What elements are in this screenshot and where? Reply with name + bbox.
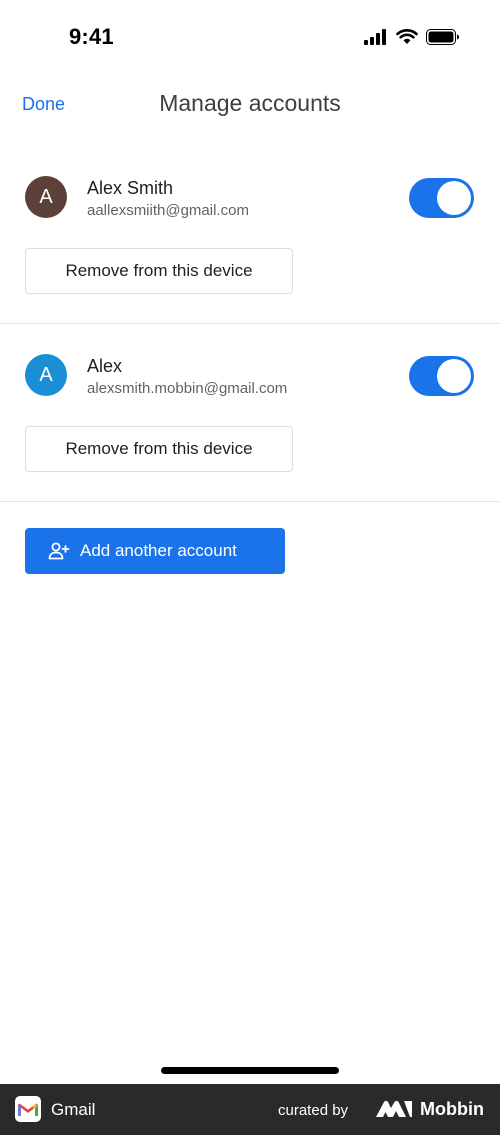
status-time: 9:41 [69, 24, 114, 49]
header: Done Manage accounts [0, 74, 500, 136]
remove-from-device-button[interactable]: Remove from this device [25, 426, 293, 472]
account-sync-toggle[interactable] [409, 178, 474, 218]
remove-from-device-button[interactable]: Remove from this device [25, 248, 293, 294]
toggle-knob [437, 359, 471, 393]
add-person-icon [48, 542, 70, 560]
page-title: Manage accounts [159, 90, 341, 116]
account-email: alexsmith.mobbin@gmail.com [87, 380, 288, 397]
add-another-account-label: Add another account [80, 541, 237, 560]
footer-app-name: Gmail [51, 1100, 96, 1119]
avatar[interactable]: A [25, 354, 67, 396]
account-item: A Alex alexsmith.mobbin@gmail.com Remove… [0, 324, 500, 502]
footer-bar: Gmail curated by Mobbin [0, 1084, 500, 1135]
footer-brand: Mobbin [420, 1099, 484, 1119]
account-sync-toggle[interactable] [409, 356, 474, 396]
signal-icon [364, 29, 386, 45]
wifi-icon [396, 29, 418, 44]
account-item: A Alex Smith aallexsmiith@gmail.com Remo… [0, 146, 500, 324]
footer-curated-label: curated by [278, 1102, 349, 1119]
account-email: aallexsmiith@gmail.com [87, 202, 249, 219]
account-name: Alex Smith [87, 178, 174, 198]
mobbin-logo-icon [376, 1100, 412, 1117]
avatar[interactable]: A [25, 176, 67, 218]
account-name: Alex [87, 356, 123, 376]
toggle-knob [437, 181, 471, 215]
add-another-account-button[interactable]: Add another account [25, 528, 285, 574]
status-bar: 9:41 [0, 0, 500, 74]
gmail-logo-icon [15, 1096, 41, 1122]
battery-icon [426, 29, 459, 45]
status-icons [364, 27, 460, 47]
home-indicator [161, 1067, 339, 1074]
